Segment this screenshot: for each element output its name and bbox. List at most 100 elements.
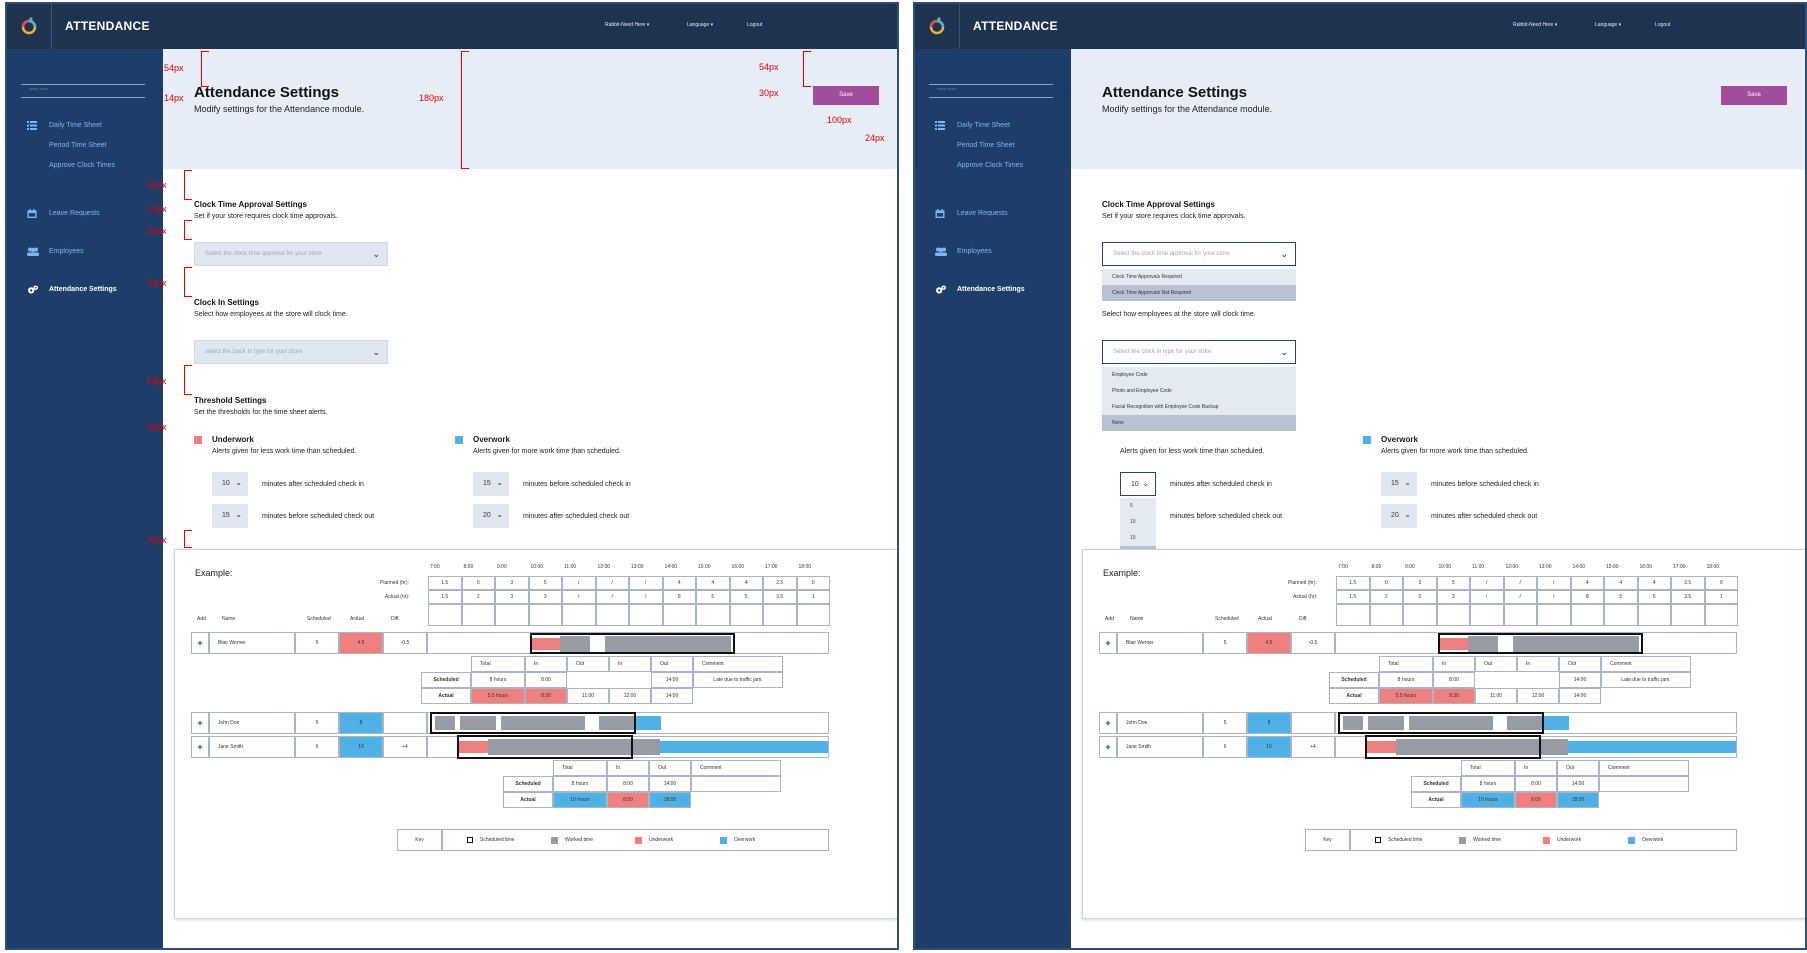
planned-cell: 5: [1436, 576, 1470, 590]
add-row-icon[interactable]: +: [1099, 712, 1117, 734]
app-logo: [915, 4, 960, 49]
sidebar-item-leave-requests[interactable]: Leave Requests: [49, 210, 100, 217]
user-menu[interactable]: Rabbit-Need Here ▾: [1513, 22, 1557, 28]
hour-label: 14:00: [664, 564, 678, 570]
detail-cell: 8:00: [1433, 672, 1475, 688]
actual-value: 8: [1247, 712, 1291, 734]
overwork-checkout-label: minutes after scheduled check out: [1431, 513, 1538, 520]
underwork-checkout-select[interactable]: 15 ⌄: [212, 504, 248, 528]
actual-cell: /: [1537, 590, 1571, 604]
detail-header: Comment: [691, 760, 781, 776]
sidebar-item-period-time-sheet[interactable]: Period Time Sheet: [49, 142, 107, 149]
sidebar-item-approve-clock-times[interactable]: Approve Clock Times: [957, 162, 1023, 169]
detail-cell[interactable]: 18:00: [649, 792, 691, 808]
sidebar-item-period-time-sheet[interactable]: Period Time Sheet: [957, 142, 1015, 149]
detail-header: Out: [1475, 656, 1517, 672]
sidebar-item-approve-clock-times[interactable]: Approve Clock Times: [49, 162, 115, 169]
detail-cell[interactable]: 14:00: [651, 688, 693, 704]
language-menu[interactable]: Language ▾: [687, 22, 713, 28]
clock-approval-select[interactable]: Select the clock time approval for your …: [194, 242, 388, 266]
detail-cell[interactable]: 8:00: [1515, 792, 1557, 808]
employee-name-select[interactable]: Blair Werner: [1117, 632, 1203, 654]
user-menu[interactable]: Rabbit-Need Here ▾: [605, 22, 649, 28]
sidebar-item-daily-time-sheet[interactable]: Daily Time Sheet: [957, 122, 1010, 129]
overwork-checkin-select[interactable]: 15 ⌄: [473, 472, 509, 496]
sidebar-item-employees[interactable]: Employees: [49, 248, 84, 255]
clock-in-select[interactable]: Select the clock in type for your store ⌄: [1102, 340, 1296, 364]
clock-approval-select[interactable]: Select the clock time approval for your …: [1102, 242, 1296, 266]
store-name-scribble: ~~~ ~~~: [29, 87, 48, 93]
add-row-icon[interactable]: +: [191, 712, 209, 734]
employee-name-select[interactable]: John Doe: [1117, 712, 1203, 734]
people-icon: [935, 247, 947, 256]
detail-cell[interactable]: 11:00: [567, 688, 609, 704]
dropdown-option[interactable]: 15: [1120, 530, 1156, 546]
sidebar-item-attendance-settings[interactable]: Attendance Settings: [957, 286, 1025, 293]
planned-cell: 2.5: [1671, 576, 1705, 590]
dropdown-option[interactable]: Facial Recognition with Employee Code Ba…: [1102, 399, 1296, 415]
add-row-icon[interactable]: +: [1099, 632, 1117, 654]
threshold-title: Threshold Settings: [194, 396, 267, 405]
overwork-checkout-select[interactable]: 20 ⌄: [1381, 504, 1417, 528]
clock-in-select[interactable]: select the clock in type for your store ⌄: [194, 340, 388, 364]
sidebar-item-daily-time-sheet[interactable]: Daily Time Sheet: [49, 122, 102, 129]
sidebar-item-attendance-settings[interactable]: Attendance Settings: [49, 286, 117, 293]
detail-cell[interactable]: 12:00: [1517, 688, 1559, 704]
logout-link[interactable]: Logout: [1655, 22, 1670, 28]
dropdown-option[interactable]: Photo and Employee Code: [1102, 383, 1296, 399]
planned-cell: /: [595, 576, 629, 590]
add-row-icon[interactable]: +: [191, 632, 209, 654]
detail-cell[interactable]: 8:30: [1433, 688, 1475, 704]
annotation: 54px: [759, 62, 779, 72]
save-button[interactable]: Save: [813, 86, 879, 105]
scheduled-value: 5: [1203, 632, 1247, 654]
actual-cell: 1: [1704, 590, 1738, 604]
language-menu[interactable]: Language ▾: [1595, 22, 1621, 28]
actual-row-label: Actual: [1329, 688, 1379, 704]
employee-name-select[interactable]: John Doe: [209, 712, 295, 734]
employee-name-select[interactable]: Jane Smith: [1117, 736, 1203, 758]
add-row-icon[interactable]: +: [191, 736, 209, 758]
sidebar-item-employees[interactable]: Employees: [957, 248, 992, 255]
planned-cell: 2.5: [763, 576, 797, 590]
overwork-checkin-select[interactable]: 15 ⌄: [1381, 472, 1417, 496]
detail-cell[interactable]: 11:00: [1475, 688, 1517, 704]
dropdown-option[interactable]: 10: [1120, 514, 1156, 530]
detail-cell[interactable]: 12:00: [609, 688, 651, 704]
page-subtitle: Modify settings for the Attendance modul…: [194, 104, 365, 114]
comment-cell[interactable]: [691, 776, 781, 792]
underwork-checkin-select[interactable]: 10 ⌄: [1120, 472, 1156, 496]
actual-cell: 2: [1369, 590, 1403, 604]
actual-row-label: Actual: [503, 792, 553, 808]
detail-header: In: [1517, 656, 1559, 672]
detail-cell[interactable]: 8:00: [607, 792, 649, 808]
save-button[interactable]: Save: [1721, 86, 1787, 105]
planned-cell: 0: [461, 576, 495, 590]
annotation: 30px: [147, 226, 167, 236]
dropdown-option[interactable]: None: [1102, 415, 1296, 431]
logout-link[interactable]: Logout: [747, 22, 762, 28]
dropdown-option[interactable]: Employee Code: [1102, 367, 1296, 383]
comment-cell[interactable]: Late due to traffic jam.: [1601, 672, 1691, 688]
dropdown-option[interactable]: Clock Time Approvals Not Required: [1102, 285, 1296, 301]
overwork-checkout-select[interactable]: 20 ⌄: [473, 504, 509, 528]
employee-name-select[interactable]: Blair Werner: [209, 632, 295, 654]
spacer-cell: [1470, 604, 1504, 626]
detail-cell[interactable]: 14:00: [1559, 688, 1601, 704]
key-overwork-swatch: [720, 837, 727, 844]
detail-header: Out: [567, 656, 609, 672]
key-worked-swatch: [1459, 837, 1466, 844]
spacer-cell: [1436, 604, 1470, 626]
employee-name-select[interactable]: Jane Smith: [209, 736, 295, 758]
comment-cell[interactable]: Late due to traffic jam.: [693, 672, 783, 688]
detail-cell[interactable]: 8:30: [525, 688, 567, 704]
dropdown-option[interactable]: 5: [1120, 498, 1156, 514]
top-bar: ATTENDANCE Rabbit-Need Here ▾ Language ▾…: [915, 4, 1805, 49]
comment-cell[interactable]: [1599, 776, 1689, 792]
dropdown-option[interactable]: Clock Time Approvals Required: [1102, 269, 1296, 285]
add-row-icon[interactable]: +: [1099, 736, 1117, 758]
detail-cell[interactable]: 18:00: [1557, 792, 1599, 808]
chevron-down-icon: ⌄: [372, 249, 380, 259]
underwork-checkin-select[interactable]: 10 ⌄: [212, 472, 248, 496]
sidebar-item-leave-requests[interactable]: Leave Requests: [957, 210, 1008, 217]
